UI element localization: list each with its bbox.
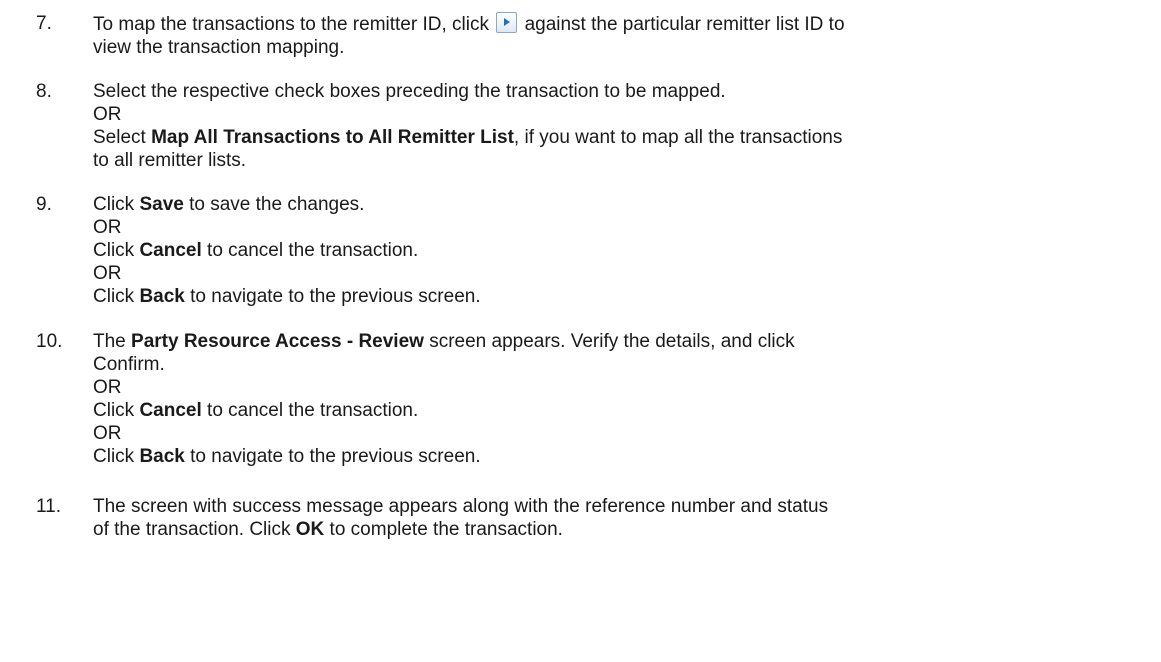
back-button-label: Back (139, 286, 185, 307)
or-separator: OR (93, 263, 122, 284)
step-line: The Party Resource Access - Review scree… (93, 330, 1133, 353)
text-segment: Select (93, 127, 152, 148)
text-segment: to complete the transaction. (324, 519, 563, 540)
ok-button-label: OK (295, 519, 325, 540)
step-text: Click Save to save the changes. OR Click… (93, 193, 1133, 308)
screen-name: Party Resource Access - Review (131, 331, 424, 352)
text-segment: Click (93, 286, 140, 307)
text-segment: against the particular remitter list ID … (524, 14, 845, 35)
text-segment: to navigate to the previous screen. (184, 286, 481, 307)
save-button-label: Save (139, 194, 184, 215)
step-line: The screen with success message appears … (93, 496, 829, 517)
text-segment: to save the changes. (183, 194, 365, 215)
text-segment: Click (93, 194, 140, 215)
text-segment: to cancel the transaction. (201, 240, 419, 261)
step-line: Click Back to navigate to the previous s… (93, 445, 1133, 468)
text-segment: screen appears. Verify the details, and … (423, 331, 795, 352)
cancel-button-label: Cancel (139, 400, 202, 421)
cancel-button-label: Cancel (139, 240, 202, 261)
text-segment: Click (93, 400, 140, 421)
or-separator: OR (93, 377, 122, 398)
step-line: Select the respective check boxes preced… (93, 81, 726, 102)
text-segment: Click (93, 240, 140, 261)
step-number: 9. (36, 194, 52, 215)
text-segment: The (93, 331, 132, 352)
text-segment: Click (93, 446, 140, 467)
or-separator: OR (93, 423, 122, 444)
step-line: Click Back to navigate to the previous s… (93, 285, 1133, 308)
text-segment: of the transaction. Click (93, 519, 296, 540)
step-number: 8. (36, 81, 52, 102)
step-line: to all remitter lists. (93, 150, 247, 171)
step-line: Select Map All Transactions to All Remit… (93, 126, 1133, 149)
step-line: Confirm. (93, 354, 165, 375)
step-line: view the transaction mapping. (93, 37, 345, 58)
step-line: Click Cancel to cancel the transaction. (93, 239, 1133, 262)
next-arrow-icon[interactable] (496, 12, 518, 33)
step-number: 11. (36, 496, 62, 517)
step-line: Click Cancel to cancel the transaction. (93, 399, 1133, 422)
back-button-label: Back (139, 446, 185, 467)
step-number: 10. (36, 331, 63, 352)
step-line: Click Save to save the changes. (93, 193, 1133, 216)
text-segment: to cancel the transaction. (201, 400, 419, 421)
step-number: 7. (36, 13, 52, 34)
step-line: of the transaction. Click OK to complete… (93, 518, 1133, 541)
option-label: Map All Transactions to All Remitter Lis… (151, 127, 514, 148)
or-separator: OR (93, 217, 122, 238)
or-separator: OR (93, 104, 122, 125)
step-line: To map the transactions to the remitter … (93, 12, 1133, 36)
text-segment: To map the transactions to the remitter … (93, 14, 489, 35)
step-text: The screen with success message appears … (93, 495, 1133, 541)
step-text: Select the respective check boxes preced… (93, 80, 1133, 172)
text-segment: to navigate to the previous screen. (184, 446, 481, 467)
text-segment: , if you want to map all the transaction… (513, 127, 843, 148)
step-text: To map the transactions to the remitter … (93, 12, 1133, 59)
step-text: The Party Resource Access - Review scree… (93, 330, 1133, 468)
